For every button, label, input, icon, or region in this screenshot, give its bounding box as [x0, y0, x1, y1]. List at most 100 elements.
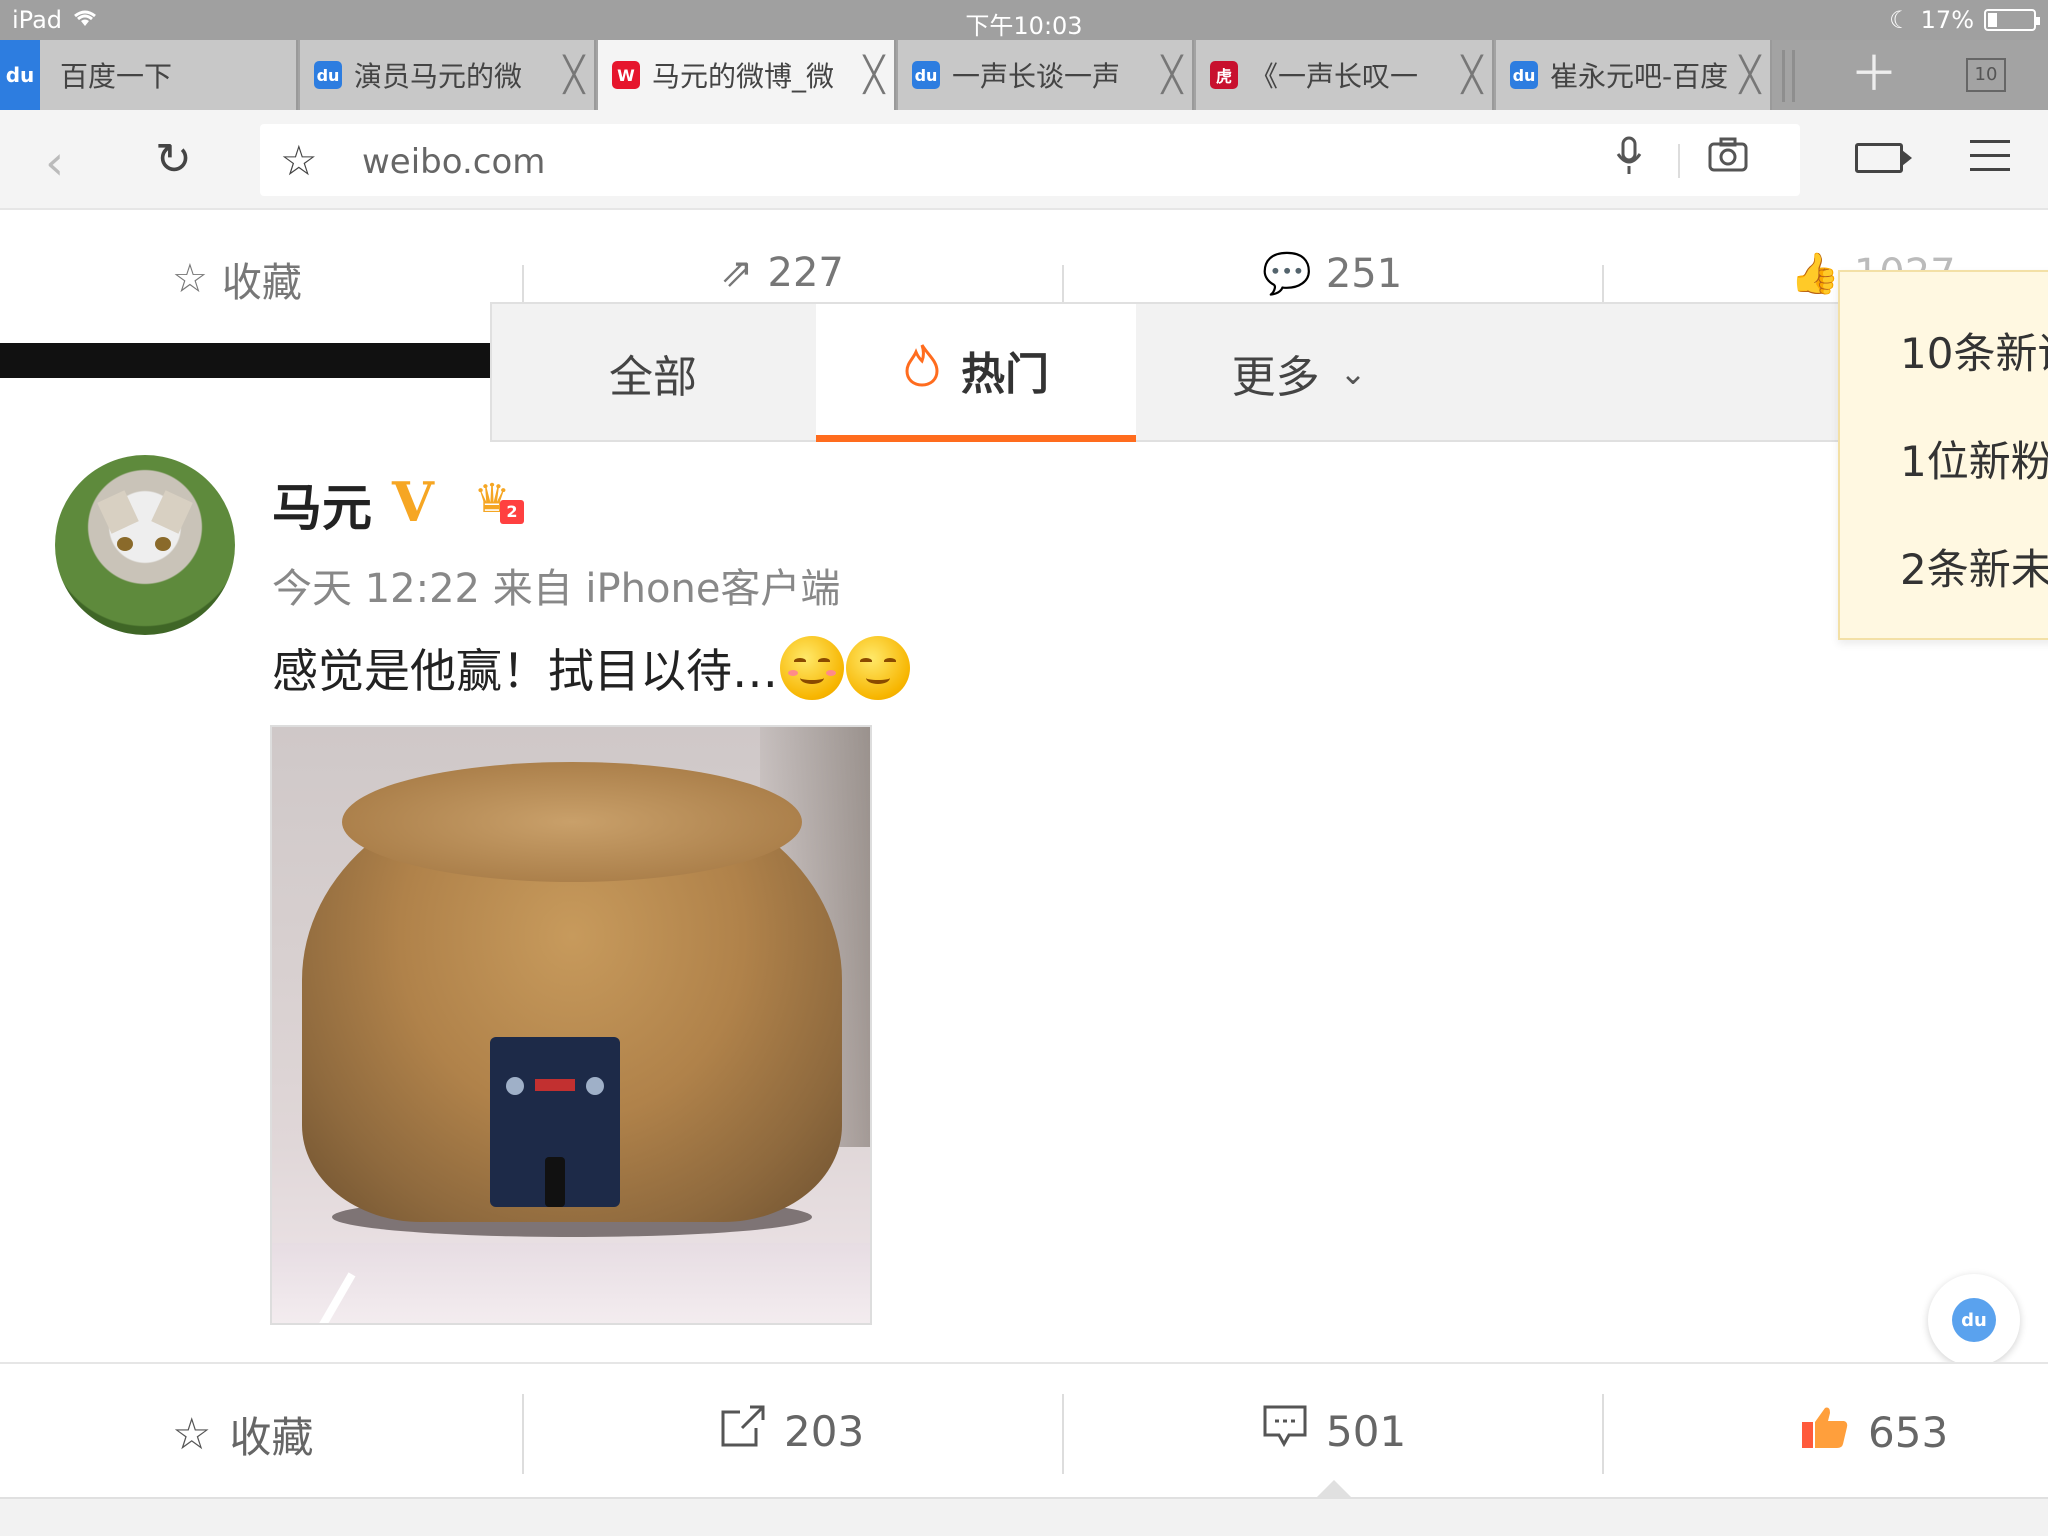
- filter-hot-tab[interactable]: 热门: [816, 304, 1136, 442]
- baidu-assistant-button[interactable]: du: [1928, 1274, 2020, 1366]
- divider: [522, 265, 524, 305]
- weibo-favicon-icon: W: [612, 61, 640, 89]
- star-icon: ☆: [172, 256, 208, 302]
- post-image[interactable]: [270, 725, 872, 1325]
- post-text: 感觉是他赢！拭目以待…: [272, 644, 778, 698]
- comment-icon: 💬: [1262, 251, 1312, 297]
- filter-more-label: 更多: [1231, 352, 1320, 403]
- tab-actor-weibo[interactable]: du 演员马元的微 ╳: [300, 40, 596, 110]
- moon-icon: ☾: [1889, 6, 1911, 34]
- url-text[interactable]: weibo.com: [362, 142, 545, 182]
- tab-title: 《一声长叹一: [1250, 60, 1419, 93]
- chevron-down-icon: ⌄: [1339, 354, 1367, 392]
- clock: 下午10:03: [965, 12, 1083, 40]
- divider: [1602, 265, 1604, 305]
- comment-button[interactable]: 501: [1262, 1404, 1406, 1459]
- prev-comment-button[interactable]: 💬 251: [1262, 250, 1403, 298]
- divider: [522, 1394, 524, 1474]
- tab-title: 马元的微博_微: [652, 60, 835, 93]
- prev-favorite-button[interactable]: ☆ 收藏: [172, 250, 302, 305]
- new-tab-button[interactable]: ＋: [1850, 50, 1898, 98]
- menu-icon[interactable]: [1970, 140, 2010, 182]
- baidu-paw-icon: du: [1952, 1298, 1996, 1342]
- close-tab-icon[interactable]: ╳: [554, 55, 594, 95]
- tab-yisheng-2[interactable]: 虎 《一声长叹一 ╳: [1196, 40, 1494, 110]
- like-button[interactable]: 653: [1800, 1404, 1948, 1461]
- favorite-button[interactable]: ☆ 收藏: [172, 1404, 313, 1465]
- favorite-label: 收藏: [229, 1413, 314, 1462]
- tab-title: 百度一下: [60, 60, 173, 93]
- star-icon: ☆: [172, 1409, 212, 1460]
- camera-icon[interactable]: [1708, 136, 1748, 181]
- reload-icon[interactable]: ↻: [155, 134, 192, 185]
- filter-all-tab[interactable]: 全部: [492, 304, 814, 442]
- microphone-icon[interactable]: [1615, 136, 1643, 185]
- battery-icon: [1984, 9, 2040, 31]
- post-meta: 今天 12:22 来自 iPhone客户端: [272, 566, 841, 612]
- tab-divider: [1792, 50, 1795, 102]
- tab-title: 演员马元的微: [354, 60, 523, 93]
- back-icon[interactable]: ‹: [45, 135, 64, 191]
- tab-bar: du 百度一下 du 演员马元的微 ╳ W 马元的微博_微 ╳ du 一声长谈一…: [0, 40, 2048, 110]
- baidu-bookmark-icon: du: [0, 40, 40, 110]
- video-icon[interactable]: [1855, 143, 1912, 173]
- tab-yisheng-1[interactable]: du 一声长谈一声 ╳: [898, 40, 1194, 110]
- notify-comments[interactable]: 10条新评: [1900, 320, 2048, 381]
- happy-emoji-icon: [846, 636, 910, 700]
- close-tab-icon[interactable]: ╳: [854, 55, 894, 95]
- prev-repost-count: 227: [767, 250, 844, 296]
- thumbs-up-icon: 👍: [1790, 251, 1840, 297]
- vip-crown-icon: ♛ 2: [470, 476, 526, 528]
- author-name[interactable]: 马元: [272, 468, 372, 540]
- repost-button[interactable]: 203: [720, 1404, 864, 1459]
- baidu-favicon-icon: du: [912, 61, 940, 89]
- divider-bar: [0, 343, 490, 378]
- tab-baidu-home[interactable]: du 百度一下: [0, 40, 298, 110]
- screen: iPad 下午10:03 ☾ 17% du 百度一下 du 演员马元的微 ╳ W…: [0, 0, 2048, 1536]
- close-tab-icon[interactable]: ╳: [1452, 55, 1492, 95]
- like-count: 653: [1868, 1408, 1949, 1457]
- url-divider: [1678, 144, 1680, 178]
- prev-repost-button[interactable]: ⇗ 227: [720, 250, 844, 296]
- close-tab-icon[interactable]: ╳: [1730, 55, 1770, 95]
- repost-icon: [720, 1404, 766, 1459]
- prev-favorite-label: 收藏: [221, 260, 302, 305]
- baidu-favicon-icon: du: [1510, 61, 1538, 89]
- divider: [1062, 1394, 1064, 1474]
- battery-percent: 17%: [1920, 6, 1974, 34]
- divider: [1062, 265, 1064, 305]
- tab-title: 崔永元吧-百度: [1550, 60, 1729, 93]
- baidu-favicon-icon: du: [314, 61, 342, 89]
- address-toolbar: ‹ ↻ ☆ weibo.com: [0, 110, 2048, 210]
- post-text-row: 感觉是他赢！拭目以待…: [272, 635, 910, 701]
- comment-count: 501: [1326, 1407, 1407, 1456]
- bookmark-star-icon[interactable]: ☆: [280, 136, 318, 185]
- post-action-bar: ☆ 收藏 203 501 653: [0, 1362, 2048, 1497]
- repost-count: 203: [784, 1407, 865, 1456]
- repost-icon: ⇗: [720, 250, 754, 296]
- tab-divider: [1782, 50, 1785, 102]
- feed-filter-bar: 全部 热门 更多 ⌄: [490, 302, 1940, 442]
- notification-popup: 10条新评 1位新粉 2条新未: [1838, 270, 2048, 640]
- tab-weibo[interactable]: W 马元的微博_微 ╳: [598, 40, 896, 110]
- notify-followers[interactable]: 1位新粉: [1900, 428, 2048, 489]
- comment-pointer: [1316, 1480, 1352, 1498]
- avatar[interactable]: [55, 455, 235, 635]
- tab-count-button[interactable]: 10: [1966, 58, 2006, 92]
- filter-all-label: 全部: [609, 352, 697, 403]
- smile-emoji-icon: [780, 636, 844, 700]
- prev-comment-count: 251: [1325, 250, 1403, 297]
- vip-level: 2: [500, 500, 524, 524]
- close-tab-icon[interactable]: ╳: [1152, 55, 1192, 95]
- tab-title: 一声长谈一声: [952, 60, 1121, 93]
- divider: [1602, 1394, 1604, 1474]
- url-field[interactable]: ☆ weibo.com: [260, 124, 1800, 196]
- hupu-favicon-icon: 虎: [1210, 61, 1238, 89]
- comment-icon: [1262, 1404, 1308, 1459]
- flame-icon: [903, 343, 941, 397]
- verified-badge-icon: V: [392, 470, 434, 534]
- thumbs-up-icon: [1800, 1404, 1850, 1461]
- filter-more-tab[interactable]: 更多 ⌄: [1138, 304, 1460, 442]
- tab-cui-yongyuan[interactable]: du 崔永元吧-百度 ╳: [1496, 40, 1772, 110]
- notify-unread[interactable]: 2条新未: [1900, 536, 2048, 597]
